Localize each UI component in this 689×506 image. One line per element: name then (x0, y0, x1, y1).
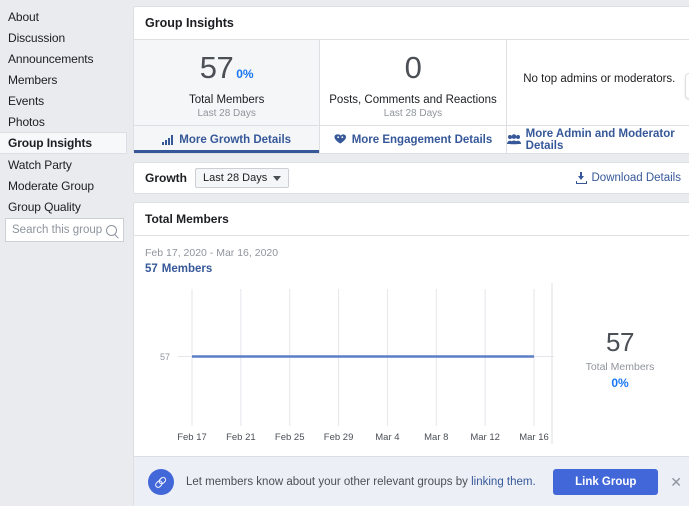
people-group-icon (507, 134, 521, 145)
download-label: Download Details (592, 172, 682, 184)
link-group-button[interactable]: Link Group (553, 469, 658, 495)
chart-summary-panel: 57 Total Members 0% (566, 329, 674, 390)
link-group-banner: Let members know about your other releva… (134, 456, 689, 506)
more-growth-details-link[interactable]: More Growth Details (134, 125, 319, 153)
more-engagement-details-link[interactable]: More Engagement Details (320, 125, 505, 153)
card-delta: 0% (236, 67, 253, 81)
svg-text:Feb 25: Feb 25 (275, 432, 305, 443)
period-dropdown[interactable]: Last 28 Days (195, 168, 289, 188)
card-metric: 0 (405, 52, 422, 83)
insight-cards-row: 57 0% Total Members Last 28 Days More Gr… (134, 40, 689, 153)
chevron-down-icon (273, 176, 281, 181)
total-members-chart-card: Total Members Feb 17, 2020 - Mar 16, 202… (133, 202, 689, 506)
sidebar: AboutDiscussionAnnouncementsMembersEvent… (0, 0, 129, 506)
sidebar-item-group-quality[interactable]: Group Quality (0, 196, 129, 217)
close-icon[interactable]: ✕ (670, 475, 682, 489)
search-input[interactable] (12, 224, 106, 236)
card-body: 57 0% Total Members Last 28 Days (134, 40, 319, 125)
footer-label: More Admin and Moderator Details (526, 128, 689, 152)
card-sublabel: Last 28 Days (197, 108, 255, 119)
chart-date-range: Feb 17, 2020 - Mar 16, 2020 (145, 247, 689, 259)
chart-card-title: Total Members (134, 203, 689, 236)
growth-toolbar: Growth Last 28 Days Download Details (133, 162, 689, 194)
chart-member-count: 57 Members (145, 263, 689, 275)
svg-text:Feb 17: Feb 17 (177, 432, 207, 443)
summary-label: Total Members (566, 361, 674, 373)
sidebar-nav-list: AboutDiscussionAnnouncementsMembersEvent… (0, 6, 129, 217)
sidebar-item-watch-party[interactable]: Watch Party (0, 154, 129, 175)
sidebar-item-about[interactable]: About (0, 6, 129, 27)
chart-plot-area: 57 Feb 17 Feb 21 Feb 25 Feb 29 Mar 4 Mar 8 Mar … (134, 281, 689, 456)
svg-text:Mar 8: Mar 8 (424, 432, 448, 443)
sidebar-item-announcements[interactable]: Announcements (0, 48, 129, 69)
chart-meta: Feb 17, 2020 - Mar 16, 2020 57 Members (134, 236, 689, 275)
member-count-value: 57 (145, 263, 158, 275)
group-insights-page: AboutDiscussionAnnouncementsMembersEvent… (0, 0, 689, 506)
insight-card-admins[interactable]: No top admins or moderators. (507, 40, 689, 153)
member-count-unit: Members (162, 263, 213, 275)
period-value: Last 28 Days (203, 172, 267, 184)
card-sublabel: Last 28 Days (384, 108, 442, 119)
svg-text:Feb 21: Feb 21 (226, 432, 256, 443)
card-value: 57 (200, 52, 233, 83)
search-icon (106, 225, 117, 236)
banner-inline-link[interactable]: linking them. (471, 476, 536, 488)
svg-text:Feb 29: Feb 29 (324, 432, 354, 443)
card-body: 0 Posts, Comments and Reactions Last 28 … (320, 40, 505, 125)
card-metric: 57 0% (200, 52, 254, 83)
footer-label: More Growth Details (179, 134, 291, 146)
banner-text: Let members know about your other releva… (186, 476, 536, 488)
more-admin-details-link[interactable]: More Admin and Moderator Details (507, 125, 689, 153)
banner-text-before: Let members know about your other releva… (186, 476, 471, 488)
summary-delta: 0% (566, 376, 674, 390)
bar-chart-icon (162, 134, 174, 145)
svg-text:57: 57 (160, 352, 170, 362)
card-body: No top admins or moderators. (507, 40, 689, 125)
card-label: Total Members (189, 94, 264, 106)
sidebar-item-group-insights[interactable]: Group Insights (0, 132, 127, 154)
download-details-button[interactable]: Download Details (576, 172, 682, 184)
download-icon (576, 172, 587, 184)
card-label: Posts, Comments and Reactions (329, 94, 496, 106)
summary-value: 57 (566, 329, 674, 355)
reactions-heart-icon (334, 134, 347, 145)
sidebar-item-discussion[interactable]: Discussion (0, 27, 129, 48)
sidebar-item-members[interactable]: Members (0, 69, 129, 90)
main-content: Group Insights 57 0% Total Members Last … (129, 0, 689, 506)
sidebar-item-moderate-group[interactable]: Moderate Group (0, 175, 129, 196)
panel-title: Group Insights (134, 7, 689, 40)
carousel-next-button[interactable] (685, 73, 689, 99)
group-insights-panel: Group Insights 57 0% Total Members Last … (133, 6, 689, 154)
footer-label: More Engagement Details (352, 134, 493, 146)
svg-text:Mar 4: Mar 4 (375, 432, 399, 443)
insight-card-total-members[interactable]: 57 0% Total Members Last 28 Days More Gr… (134, 40, 320, 153)
svg-text:Mar 16: Mar 16 (519, 432, 549, 443)
sidebar-item-events[interactable]: Events (0, 90, 129, 111)
card-empty-message: No top admins or moderators. (515, 73, 683, 85)
svg-text:Mar 12: Mar 12 (470, 432, 500, 443)
group-search-box[interactable] (5, 218, 124, 242)
insight-card-engagement[interactable]: 0 Posts, Comments and Reactions Last 28 … (320, 40, 506, 153)
growth-label: Growth (145, 171, 187, 185)
chain-link-icon (148, 469, 174, 495)
sidebar-item-photos[interactable]: Photos (0, 111, 129, 132)
card-value: 0 (405, 52, 422, 83)
